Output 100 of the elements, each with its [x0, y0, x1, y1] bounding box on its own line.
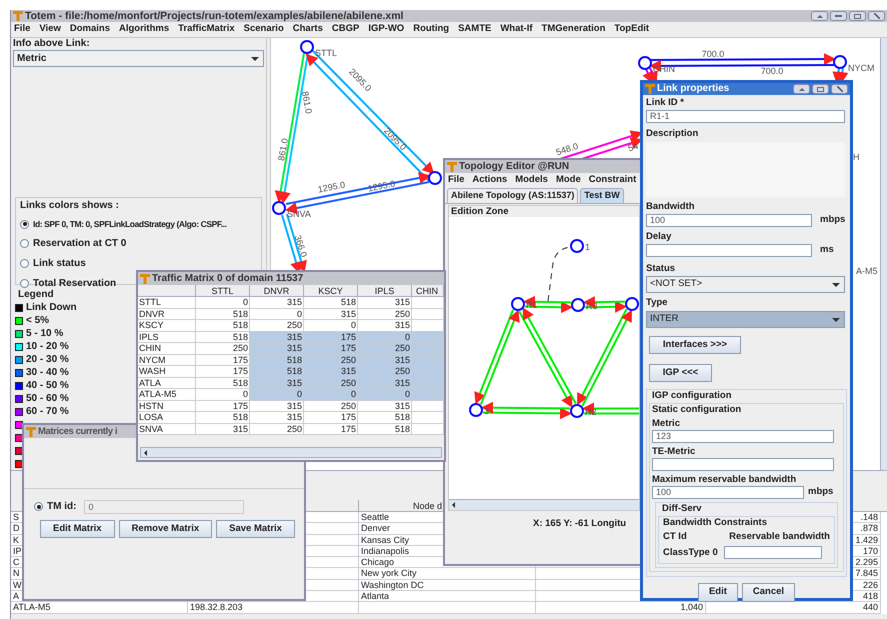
table-cell[interactable]: 250	[304, 400, 358, 412]
menu-item[interactable]: Charts	[292, 22, 323, 37]
menu-item[interactable]: Algorithms	[118, 22, 170, 37]
menu-item[interactable]: Domains	[70, 22, 110, 37]
table-cell[interactable]	[412, 308, 444, 320]
table-cell[interactable]: 175	[196, 354, 250, 366]
menu-item[interactable]: Mode	[556, 172, 581, 188]
network-node[interactable]	[570, 239, 584, 253]
network-node[interactable]	[469, 403, 483, 417]
table-cell[interactable]: 0	[358, 389, 412, 400]
network-node[interactable]	[625, 297, 639, 311]
table-cell[interactable]	[412, 343, 444, 354]
close-button[interactable]	[868, 11, 885, 21]
menu-item[interactable]: Constraint	[588, 172, 636, 188]
menu-item[interactable]: IGP-WO	[368, 22, 404, 37]
table-cell[interactable]: 0	[304, 389, 358, 400]
table-cell[interactable]: 315	[304, 366, 358, 378]
menu-item[interactable]: TMGeneration	[542, 22, 606, 37]
table-cell[interactable]	[412, 332, 444, 343]
menu-item[interactable]: TopEdit	[614, 22, 650, 37]
column-header[interactable]: IPLS	[358, 285, 412, 297]
tm-id-field[interactable]: 0	[84, 500, 244, 514]
table-cell[interactable]: 518	[250, 354, 304, 366]
table-cell[interactable]: 315	[304, 308, 358, 320]
table-cell[interactable]: 250	[304, 378, 358, 389]
menu-item[interactable]: Routing	[413, 22, 450, 37]
table-cell[interactable]	[412, 389, 444, 400]
table-cell[interactable]: 250	[358, 366, 412, 378]
table-cell[interactable]: 250	[250, 320, 304, 332]
radio-button[interactable]	[20, 259, 29, 268]
table-cell[interactable]	[412, 378, 444, 389]
table-cell[interactable]: 518	[358, 424, 412, 435]
menu-item[interactable]: Models	[515, 172, 548, 188]
maximize-button[interactable]	[812, 84, 829, 94]
table-cell[interactable]: 250	[250, 424, 304, 435]
menu-item[interactable]: View	[39, 22, 61, 37]
table-cell[interactable]: 518	[250, 366, 304, 378]
table-cell[interactable]: 175	[304, 332, 358, 343]
dialog-button[interactable]: Cancel	[742, 583, 796, 602]
radio-button[interactable]	[20, 220, 29, 229]
network-node[interactable]	[571, 298, 585, 312]
table-cell[interactable]	[412, 297, 444, 308]
table-cell[interactable]: 518	[304, 297, 358, 308]
radio-label[interactable]: TM id:	[47, 499, 76, 514]
table-cell[interactable]: 518	[196, 332, 250, 343]
radio-button[interactable]	[34, 502, 43, 511]
table-cell[interactable]: 518	[196, 308, 250, 320]
radio-label[interactable]: Id: SPF 0, TM: 0, SPFLinkLoadStrategy (Algo: CSPF...	[33, 218, 227, 231]
table-cell[interactable]	[412, 320, 444, 332]
table-cell[interactable]: 0	[250, 389, 304, 400]
editor-tab[interactable]: Test BW	[580, 188, 624, 203]
bandwidth-field[interactable]: 100	[646, 214, 812, 227]
minimize-button[interactable]	[830, 11, 847, 21]
table-cell[interactable]: 0	[196, 389, 250, 400]
table-cell[interactable]: 315	[250, 297, 304, 308]
table-cell[interactable]	[412, 366, 444, 378]
table-cell[interactable]: 315	[250, 400, 304, 412]
network-node[interactable]	[300, 40, 314, 54]
column-header[interactable]: STTL	[196, 285, 250, 297]
table-cell[interactable]: 518	[196, 378, 250, 389]
column-header[interactable]: Node d	[413, 500, 442, 512]
radio-button[interactable]	[20, 239, 29, 248]
horizontal-scrollbar[interactable]	[449, 499, 639, 510]
column-header[interactable]: KSCY	[304, 285, 358, 297]
vertical-scrollbar[interactable]	[880, 38, 887, 470]
table-cell[interactable]: 518	[196, 412, 250, 424]
network-node[interactable]	[511, 297, 525, 311]
table-cell[interactable]	[412, 424, 444, 435]
table-cell[interactable]: 250	[358, 343, 412, 354]
menu-item[interactable]: SAMTE	[458, 22, 492, 37]
metric-field[interactable]: 123	[652, 430, 834, 443]
radio-button[interactable]	[20, 279, 29, 288]
igp-button[interactable]: IGP <<<	[649, 364, 712, 382]
menu-item[interactable]: File	[448, 172, 464, 188]
matrix-button[interactable]: Edit Matrix	[40, 520, 115, 538]
link-id-field[interactable]: R1-1	[646, 110, 845, 122]
menu-item[interactable]: File	[14, 22, 30, 37]
table-cell[interactable]: 175	[196, 400, 250, 412]
dialog-button[interactable]: Edit	[698, 583, 738, 602]
network-node[interactable]	[638, 56, 652, 70]
menu-item[interactable]: TrafficMatrix	[178, 22, 235, 37]
table-cell[interactable]: 315	[358, 378, 412, 389]
menu-item[interactable]: Actions	[472, 172, 508, 188]
table-cell[interactable]	[412, 354, 444, 366]
table-cell[interactable]: 250	[196, 343, 250, 354]
matrix-button[interactable]: Remove Matrix	[118, 520, 212, 538]
radio-label[interactable]: Link status	[33, 256, 86, 272]
radio-label[interactable]: Total Reservation	[33, 276, 116, 292]
type-dropdown[interactable]: INTER	[646, 311, 845, 328]
table-cell[interactable]: 315	[250, 332, 304, 343]
edition-canvas[interactable]: 1 R1 R3 3 R2	[449, 217, 639, 499]
table-cell[interactable]: 315	[358, 297, 412, 308]
matrix-button[interactable]: Save Matrix	[216, 520, 295, 538]
minimize-button[interactable]	[811, 11, 828, 21]
table-cell[interactable]: 315	[196, 424, 250, 435]
max-bandwidth-field[interactable]: 100	[652, 486, 804, 499]
table-cell[interactable]: 0	[196, 297, 250, 308]
table-cell[interactable]: 0	[304, 320, 358, 332]
editor-tab[interactable]: Abilene Topology (AS:11537)	[447, 188, 578, 203]
network-node[interactable]	[832, 55, 847, 69]
